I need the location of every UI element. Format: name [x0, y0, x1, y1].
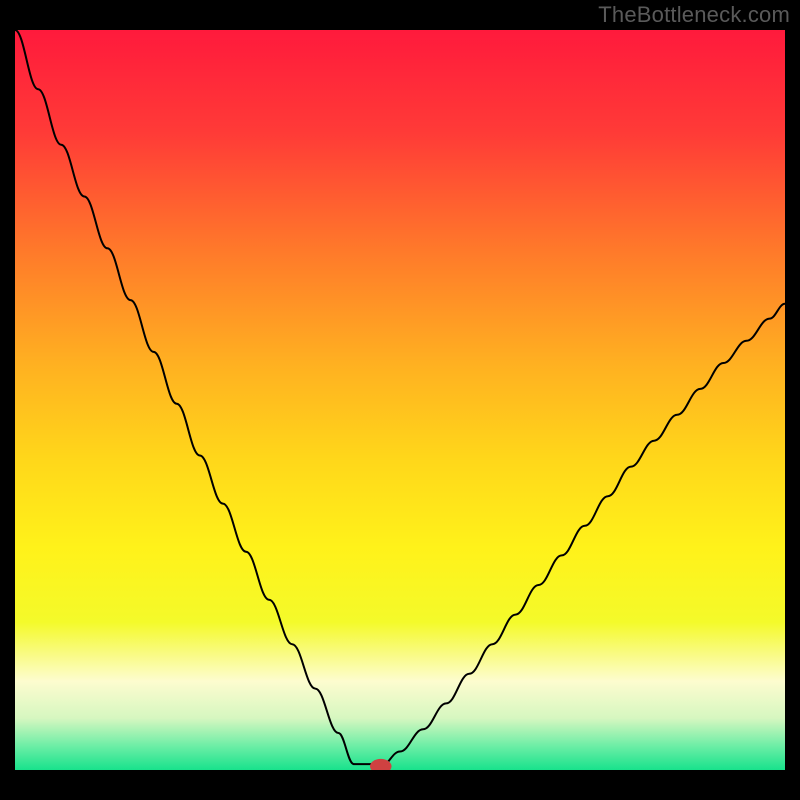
chart-stage: TheBottleneck.com — [0, 0, 800, 800]
watermark-text: TheBottleneck.com — [598, 2, 790, 28]
chart-svg — [15, 30, 785, 770]
plot-area — [15, 30, 785, 770]
gradient-background — [15, 30, 785, 770]
